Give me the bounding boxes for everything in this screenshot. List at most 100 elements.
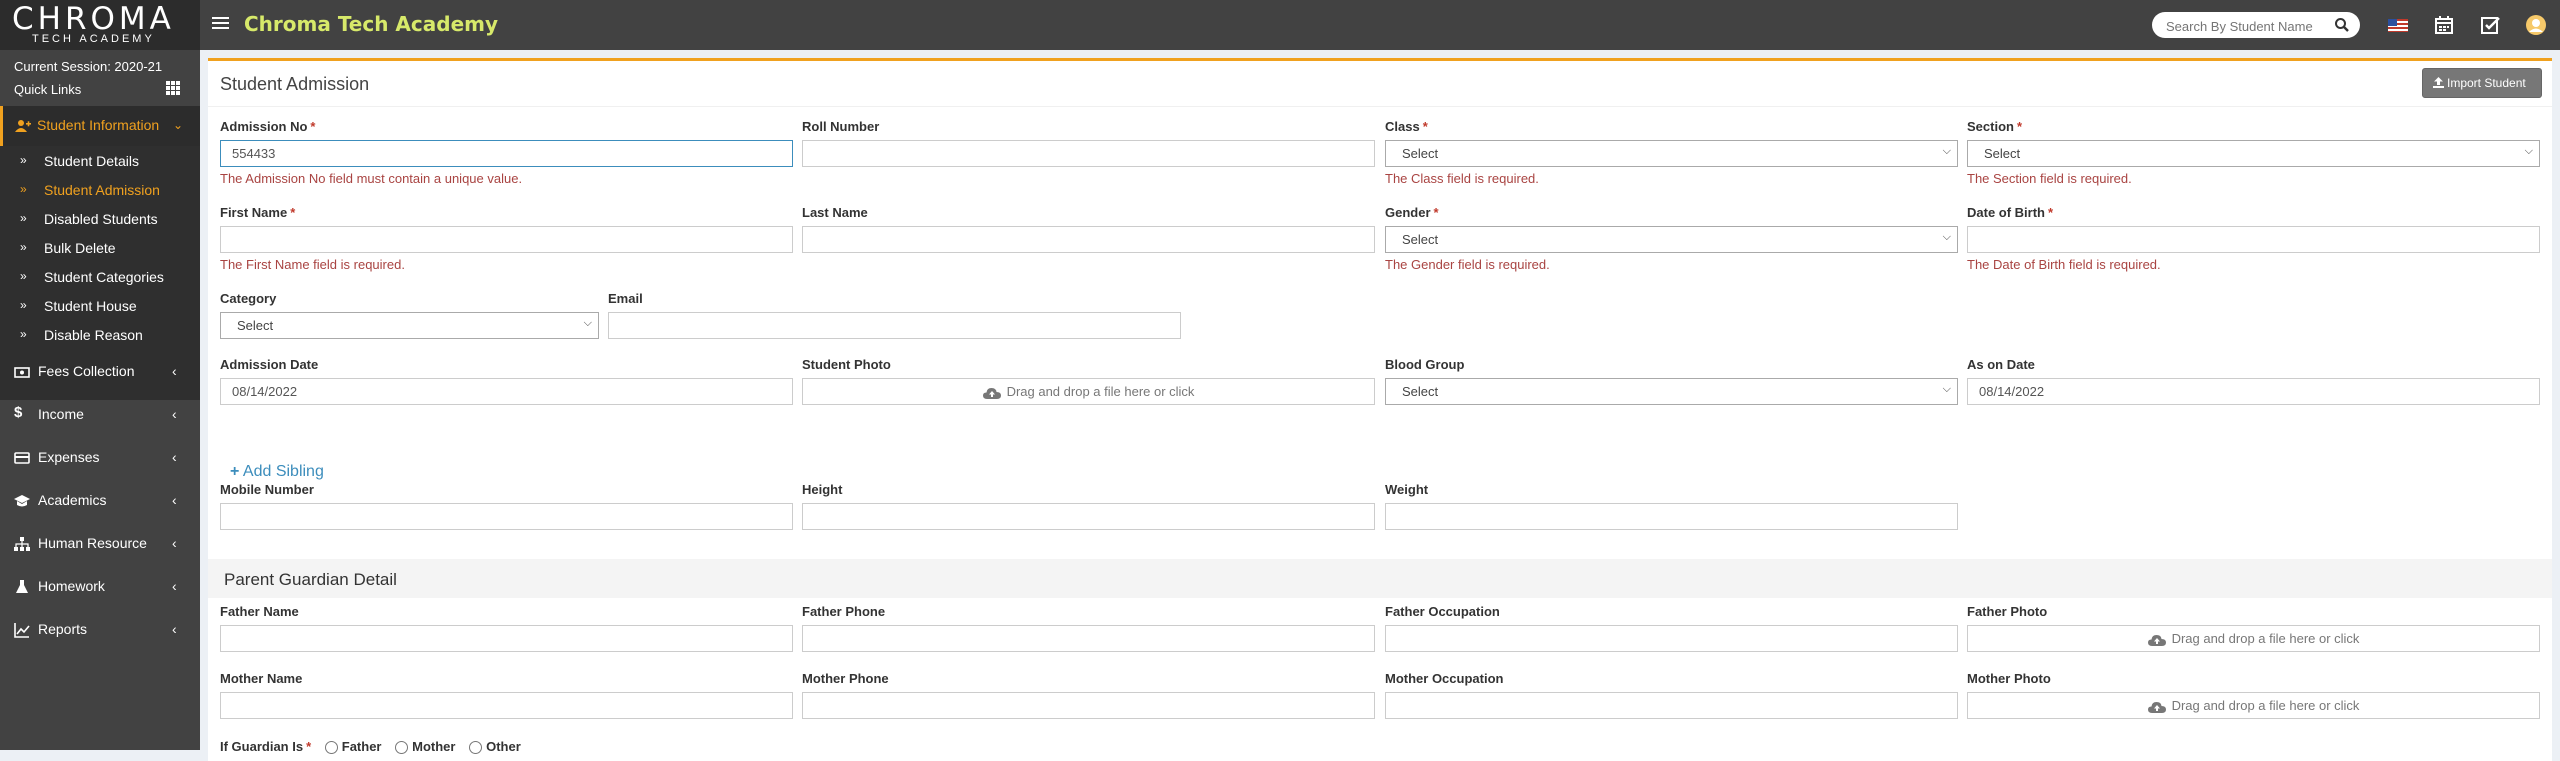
double-chevron-right-icon: »	[20, 298, 27, 312]
school-name: Chroma Tech Academy	[244, 12, 499, 36]
sidebar-item-label: Human Resource	[38, 535, 147, 551]
double-chevron-right-icon: »	[20, 182, 27, 196]
weight-label: Weight	[1385, 482, 1429, 497]
sidebar-item-academics[interactable]: Academics ‹	[0, 480, 200, 523]
section-label: Section *	[1967, 119, 2023, 134]
sidebar-item-reports[interactable]: Reports ‹	[0, 609, 200, 652]
chevron-down-icon: ⌵	[1942, 231, 1951, 243]
search-input[interactable]	[2164, 16, 2328, 36]
dropzone-text: Drag and drop a file here or click	[2171, 698, 2360, 713]
father-phone-label: Father Phone	[802, 604, 886, 619]
gender-select-value: Select	[1402, 232, 1439, 247]
guardian-father-radio[interactable]	[324, 741, 338, 755]
as-on-date-input[interactable]	[1967, 378, 2540, 405]
menu-icon[interactable]	[212, 14, 229, 34]
submenu-item-student-admission[interactable]: » Student Admission	[0, 176, 200, 205]
grid-icon[interactable]	[166, 81, 180, 95]
mother-photo-dropzone[interactable]: Drag and drop a file here or click	[1967, 692, 2540, 719]
roll-number-input[interactable]	[802, 140, 1375, 167]
dropzone-text: Drag and drop a file here or click	[1006, 384, 1195, 399]
double-chevron-right-icon: »	[20, 153, 27, 167]
email-input[interactable]	[608, 312, 1181, 339]
sidebar-item-fees-collection[interactable]: Fees Collection ‹	[0, 351, 200, 394]
top-navbar: CHROMA TECH ACADEMY Chroma Tech Academy	[0, 0, 2560, 50]
submenu-item-bulk-delete[interactable]: » Bulk Delete	[0, 234, 200, 263]
user-avatar-icon[interactable]	[2524, 13, 2548, 37]
guardian-is-group: If Guardian Is * Father Mother Other	[220, 739, 521, 755]
quick-links-label[interactable]: Quick Links	[14, 82, 81, 97]
us-flag-icon[interactable]	[2386, 13, 2410, 37]
father-occupation-label: Father Occupation	[1385, 604, 1500, 619]
user-plus-icon	[15, 120, 31, 132]
guardian-mother-radio[interactable]	[395, 741, 409, 755]
calendar-icon[interactable]	[2432, 13, 2456, 37]
submenu-label: Disable Reason	[44, 327, 143, 343]
logo[interactable]: CHROMA TECH ACADEMY	[0, 0, 200, 50]
height-input[interactable]	[802, 503, 1375, 530]
submenu-item-student-details[interactable]: » Student Details	[0, 147, 200, 176]
admission-no-label: Admission No *	[220, 119, 316, 134]
mobile-number-label: Mobile Number	[220, 482, 314, 497]
chevron-left-icon: ‹	[172, 492, 177, 508]
dollar-icon: $	[14, 404, 23, 421]
mother-name-input[interactable]	[220, 692, 793, 719]
add-sibling-link[interactable]: + Add Sibling	[230, 463, 324, 481]
import-student-button[interactable]: Import Student	[2422, 68, 2542, 98]
class-error: The Class field is required.	[1385, 171, 1539, 186]
class-select-value: Select	[1402, 146, 1439, 161]
blood-group-select[interactable]: Select ⌵	[1385, 378, 1958, 405]
as-on-date-label: As on Date	[1967, 357, 2035, 372]
submenu-item-disable-reason[interactable]: » Disable Reason	[0, 321, 200, 350]
dob-input[interactable]	[1967, 226, 2540, 253]
guardian-other-radio[interactable]	[469, 741, 483, 755]
sidebar-item-student-information[interactable]: Student Information ⌄	[0, 106, 200, 146]
submenu-item-disabled-students[interactable]: » Disabled Students	[0, 205, 200, 234]
father-occupation-input[interactable]	[1385, 625, 1958, 652]
dob-error: The Date of Birth field is required.	[1967, 257, 2161, 272]
first-name-error: The First Name field is required.	[220, 257, 405, 272]
father-phone-input[interactable]	[802, 625, 1375, 652]
father-name-input[interactable]	[220, 625, 793, 652]
current-session[interactable]: Current Session: 2020-21	[14, 59, 162, 74]
submenu-item-student-house[interactable]: » Student House	[0, 292, 200, 321]
student-photo-dropzone[interactable]: Drag and drop a file here or click	[802, 378, 1375, 405]
sidebar-item-homework[interactable]: Homework ‹	[0, 566, 200, 609]
divider	[208, 106, 2552, 107]
section-select-value: Select	[1984, 146, 2021, 161]
chevron-left-icon: ‹	[172, 406, 177, 422]
first-name-input[interactable]	[220, 226, 793, 253]
section-select[interactable]: Select ⌵	[1967, 140, 2540, 167]
cloud-upload-icon	[2147, 634, 2166, 646]
sidebar-item-label: Fees Collection	[38, 363, 135, 379]
admission-date-input[interactable]	[220, 378, 793, 405]
sidebar-item-human-resource[interactable]: Human Resource ‹	[0, 523, 200, 566]
sidebar-item-label: Reports	[38, 621, 88, 637]
submenu-item-student-categories[interactable]: » Student Categories	[0, 263, 200, 292]
mother-occupation-input[interactable]	[1385, 692, 1958, 719]
last-name-input[interactable]	[802, 226, 1375, 253]
mobile-number-input[interactable]	[220, 503, 793, 530]
mother-phone-input[interactable]	[802, 692, 1375, 719]
sidebar-item-income[interactable]: $ Income ‹	[0, 394, 200, 437]
sidebar-item-label: Income	[38, 406, 84, 422]
sidebar-item-expenses[interactable]: Expenses ‹	[0, 437, 200, 480]
submenu-label: Student Admission	[44, 182, 160, 198]
main-content: Student Admission Import Student Admissi…	[200, 50, 2560, 761]
search-icon[interactable]	[2334, 17, 2350, 33]
class-select[interactable]: Select ⌵	[1385, 140, 1958, 167]
weight-input[interactable]	[1385, 503, 1958, 530]
chevron-left-icon: ‹	[172, 535, 177, 551]
submenu-label: Disabled Students	[44, 211, 158, 227]
radio-label: Other	[486, 739, 521, 754]
category-label: Category	[220, 291, 277, 306]
student-search	[2152, 12, 2360, 38]
category-select[interactable]: Select ⌵	[220, 312, 599, 339]
sidebar-item-label: Homework	[38, 578, 105, 594]
flask-icon	[16, 580, 28, 593]
section-error: The Section field is required.	[1967, 171, 2132, 186]
gender-select[interactable]: Select ⌵	[1385, 226, 1958, 253]
father-photo-dropzone[interactable]: Drag and drop a file here or click	[1967, 625, 2540, 652]
task-check-icon[interactable]	[2478, 13, 2502, 37]
admission-no-input[interactable]	[220, 140, 793, 167]
first-name-label: First Name *	[220, 205, 296, 220]
